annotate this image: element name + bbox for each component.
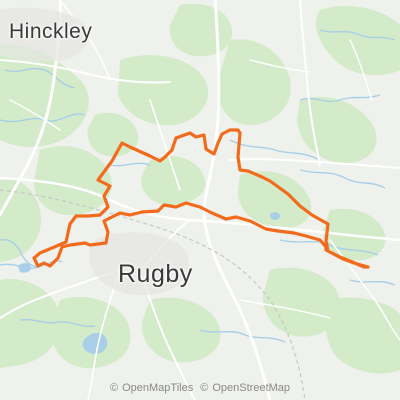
map-view[interactable]: Hinckley Rugby © OpenMapTiles © OpenStreet… bbox=[0, 0, 400, 400]
copyright-symbol-tiles: © bbox=[109, 382, 119, 394]
town-label-rugby: Rugby bbox=[118, 260, 193, 288]
map-attribution: © OpenMapTiles © OpenStreetMap bbox=[0, 382, 400, 394]
copyright-symbol-osm: © bbox=[200, 382, 209, 394]
attribution-openmaptiles-link[interactable]: OpenMapTiles bbox=[122, 382, 193, 394]
attribution-openstreetmap-link[interactable]: OpenStreetMap bbox=[212, 382, 290, 394]
town-label-hinckley: Hinckley bbox=[9, 20, 93, 43]
map-canvas[interactable] bbox=[0, 0, 400, 400]
